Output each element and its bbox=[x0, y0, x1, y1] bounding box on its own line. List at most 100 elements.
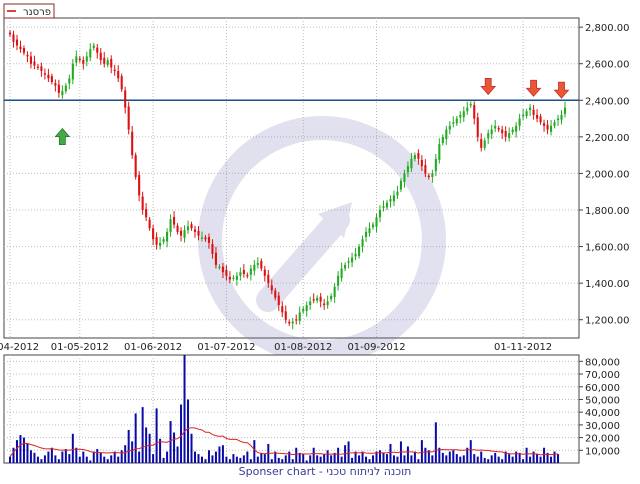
candle-body bbox=[176, 225, 179, 232]
candle-body bbox=[57, 84, 60, 93]
volume-bar bbox=[200, 456, 203, 463]
volume-bar bbox=[361, 451, 364, 463]
volume-bar bbox=[281, 459, 284, 463]
candle-body bbox=[138, 174, 141, 196]
candle-body bbox=[68, 78, 71, 84]
candle-body bbox=[392, 195, 396, 202]
x-tick-label: 01-06-2012 bbox=[124, 342, 182, 353]
candle-body bbox=[441, 136, 444, 144]
volume-bar bbox=[225, 456, 228, 463]
candle-body bbox=[106, 60, 109, 65]
candle-body bbox=[267, 274, 270, 284]
candle-body bbox=[71, 63, 74, 80]
volume-bar bbox=[169, 421, 172, 463]
volume-bar bbox=[462, 455, 465, 463]
candle-body bbox=[403, 173, 406, 182]
candle-body bbox=[256, 263, 259, 265]
volume-bar bbox=[403, 455, 406, 463]
candle-body bbox=[291, 321, 294, 324]
volume-bar bbox=[26, 443, 29, 463]
candle-body bbox=[50, 76, 53, 82]
volume-bar bbox=[525, 447, 528, 463]
volume-bar bbox=[12, 447, 15, 463]
candle-body bbox=[452, 122, 455, 124]
candle-body bbox=[427, 175, 430, 178]
candle-body bbox=[36, 66, 39, 68]
candle-body bbox=[228, 276, 231, 280]
chart-window: 2,800.00 2,600.00 2,400.00 2,200.00 2,000.00… bbox=[0, 0, 640, 480]
candle-body bbox=[260, 260, 263, 269]
volume-bar bbox=[389, 443, 392, 463]
volume-bar bbox=[218, 446, 221, 463]
candle-body bbox=[515, 125, 518, 132]
volume-bar bbox=[113, 451, 116, 463]
x-tick-label: 01-05-2012 bbox=[51, 342, 109, 353]
candle-body bbox=[141, 196, 144, 210]
volume-y-axis: 80,000 70,000 60,00050,000 40,000 30,000 20,0… bbox=[579, 357, 620, 457]
volume-bar bbox=[490, 455, 493, 463]
candle-body bbox=[43, 73, 46, 75]
candle-body bbox=[155, 237, 158, 245]
legend[interactable]: פרסנר bbox=[3, 3, 55, 19]
volume-bar bbox=[340, 456, 343, 463]
candle-body bbox=[75, 56, 78, 63]
candle-body bbox=[319, 296, 322, 302]
volume-bar bbox=[82, 451, 85, 463]
y-tick-label: 2,600.00 bbox=[585, 60, 630, 71]
volume-bar bbox=[110, 455, 113, 463]
candle-body bbox=[487, 133, 490, 139]
volume-tick-label: 20,000 bbox=[585, 434, 620, 445]
candle-body bbox=[127, 106, 130, 130]
volume-bar bbox=[494, 452, 497, 463]
volume-bar bbox=[445, 455, 448, 463]
volume-bar bbox=[221, 445, 224, 463]
volume-tick-label: 80,000 bbox=[585, 357, 620, 368]
candle-body bbox=[469, 103, 472, 106]
volume-bar bbox=[120, 450, 123, 463]
volume-bar bbox=[501, 459, 504, 463]
candle-body bbox=[179, 230, 183, 236]
volume-bar bbox=[131, 441, 134, 463]
volume-bar bbox=[15, 440, 18, 463]
candle-body bbox=[323, 303, 326, 306]
volume-bar bbox=[36, 456, 39, 463]
volume-bar bbox=[78, 456, 81, 463]
candle-body bbox=[549, 125, 553, 132]
candle-body bbox=[399, 180, 402, 190]
volume-bar bbox=[141, 407, 144, 463]
y-tick-label: 2,400.00 bbox=[585, 96, 630, 107]
y-tick-label: 1,800.00 bbox=[585, 206, 630, 217]
candle-body bbox=[378, 210, 382, 218]
volume-bar bbox=[354, 451, 357, 463]
volume-tick-label: 10,000 bbox=[585, 446, 620, 457]
candle-body bbox=[466, 107, 469, 112]
candle-body bbox=[145, 208, 148, 218]
volume-bar bbox=[497, 456, 500, 463]
volume-bar bbox=[270, 459, 273, 463]
volume-bar bbox=[319, 456, 322, 463]
volume-bar bbox=[61, 451, 64, 463]
volume-tick-label: 50,000 bbox=[585, 395, 620, 406]
candle-body bbox=[368, 228, 371, 234]
candle-body bbox=[29, 56, 32, 64]
candle-body bbox=[120, 76, 123, 90]
volume-bar bbox=[312, 447, 315, 463]
legend-label: פרסנר bbox=[23, 7, 51, 18]
volume-bar bbox=[476, 456, 479, 463]
candle-body bbox=[455, 118, 458, 124]
volume-bar bbox=[309, 455, 312, 463]
candle-body bbox=[40, 66, 43, 72]
candle-body bbox=[340, 268, 343, 279]
candle-body bbox=[473, 105, 476, 119]
candle-body bbox=[26, 54, 29, 57]
volume-bar bbox=[358, 455, 361, 463]
volume-bar bbox=[347, 441, 350, 463]
y-tick-label: 2,000.00 bbox=[585, 169, 630, 180]
volume-bar bbox=[511, 456, 514, 463]
candle-body bbox=[410, 158, 413, 169]
candle-body bbox=[347, 261, 350, 263]
candle-body bbox=[218, 266, 221, 268]
volume-bar bbox=[441, 452, 444, 463]
y-tick-label: 2,200.00 bbox=[585, 133, 630, 144]
candle-body bbox=[459, 114, 462, 118]
